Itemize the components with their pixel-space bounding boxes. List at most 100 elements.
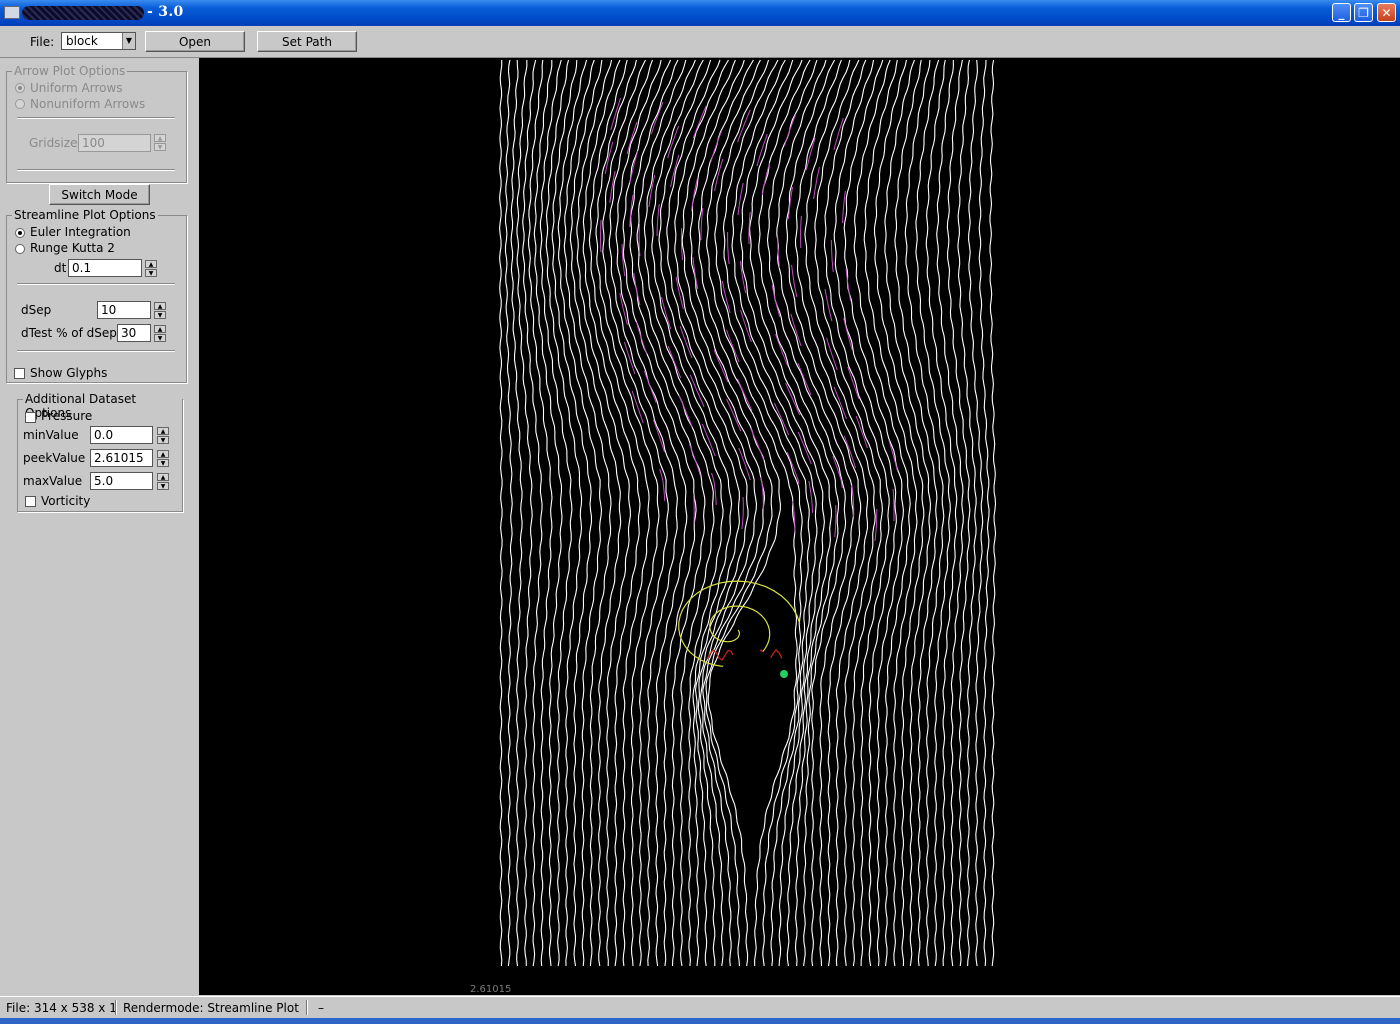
min-value-label: minValue bbox=[23, 428, 79, 442]
streamline bbox=[775, 333, 789, 367]
peek-value-readout: 2.61015 bbox=[470, 984, 512, 995]
gridsize-stepper[interactable]: ▲ ▼ bbox=[154, 134, 166, 152]
close-button[interactable]: ✕ bbox=[1377, 3, 1396, 22]
streamline bbox=[946, 59, 971, 967]
euler-integration-label: Euler Integration bbox=[30, 225, 131, 239]
streamline bbox=[915, 59, 951, 967]
gridsize-label: Gridsize bbox=[29, 136, 78, 150]
vorticity-checkbox[interactable] bbox=[25, 496, 36, 507]
streamline bbox=[516, 59, 533, 967]
streamline bbox=[533, 60, 563, 967]
restore-button[interactable]: ❐ bbox=[1354, 3, 1373, 22]
status-divider bbox=[115, 1000, 117, 1015]
streamline bbox=[713, 349, 729, 383]
uniform-arrows-radio[interactable] bbox=[15, 83, 25, 93]
streamline bbox=[771, 284, 781, 318]
streamline bbox=[968, 59, 984, 967]
peek-value-label: peekValue bbox=[23, 451, 86, 465]
streamline bbox=[758, 59, 840, 967]
window-title: - 3.0 bbox=[147, 4, 184, 20]
dsep-input[interactable]: 10 bbox=[97, 301, 151, 319]
streamline bbox=[814, 59, 883, 967]
divider bbox=[17, 350, 175, 352]
streamline bbox=[666, 59, 749, 966]
max-value-input[interactable]: 5.0 bbox=[90, 472, 153, 490]
gridsize-input[interactable]: 100 bbox=[78, 134, 151, 152]
streamline bbox=[800, 215, 802, 249]
streamline bbox=[706, 59, 798, 967]
additional-dataset-options: Additional Dataset Options Pressure minV… bbox=[17, 392, 183, 512]
dt-input[interactable]: 0.1 bbox=[68, 259, 142, 277]
streamline bbox=[692, 105, 707, 139]
arrow-plot-options: Arrow Plot Options Uniform Arrows Nonuni… bbox=[6, 64, 187, 183]
streamline bbox=[740, 309, 752, 343]
dtest-stepper[interactable]: ▲ ▼ bbox=[154, 325, 166, 343]
taskbar-edge bbox=[0, 1018, 1400, 1024]
streamline-plot[interactable] bbox=[199, 58, 1400, 995]
streamline bbox=[843, 317, 853, 351]
status-divider bbox=[306, 1000, 308, 1015]
show-glyphs-checkbox[interactable] bbox=[14, 368, 25, 379]
chevron-down-icon[interactable]: ▼ bbox=[122, 33, 135, 49]
streamline bbox=[892, 488, 895, 522]
min-value-stepper[interactable]: ▲ ▼ bbox=[157, 427, 169, 445]
streamline bbox=[633, 272, 641, 306]
streamline bbox=[823, 59, 890, 967]
streamline bbox=[760, 476, 764, 510]
streamline bbox=[629, 150, 639, 184]
streamline bbox=[813, 166, 820, 200]
dsep-label: dSep bbox=[21, 303, 52, 317]
nonuniform-arrows-label: Nonuniform Arrows bbox=[30, 97, 146, 111]
file-select[interactable]: block ▼ bbox=[61, 32, 136, 50]
streamline bbox=[692, 492, 695, 526]
runge-kutta-label: Runge Kutta 2 bbox=[30, 241, 115, 255]
switch-mode-button[interactable]: Switch Mode bbox=[49, 184, 150, 205]
streamline bbox=[855, 415, 868, 449]
file-label: File: bbox=[30, 35, 55, 49]
streamline bbox=[790, 313, 802, 347]
peek-value-stepper[interactable]: ▲ ▼ bbox=[157, 450, 169, 468]
file-select-value: block bbox=[66, 34, 98, 48]
status-extra: – bbox=[318, 1001, 324, 1015]
streamline bbox=[833, 386, 847, 420]
pressure-checkbox[interactable] bbox=[25, 412, 36, 423]
dtest-input[interactable]: 30 bbox=[117, 324, 151, 342]
dtest-label: dTest % of dSep bbox=[21, 326, 117, 340]
streamline bbox=[957, 59, 977, 967]
render-canvas[interactable]: 2.61015 bbox=[199, 58, 1400, 995]
status-bar: File: 314 x 538 x 1 Rendermode: Streamli… bbox=[0, 996, 1400, 1019]
min-value-input[interactable]: 0.0 bbox=[90, 426, 153, 444]
streamline bbox=[510, 59, 523, 967]
runge-kutta-radio[interactable] bbox=[15, 244, 25, 254]
streamline bbox=[726, 329, 740, 363]
dt-label: dt bbox=[54, 261, 67, 275]
peek-value-input[interactable]: 2.61015 bbox=[90, 449, 153, 467]
streamline bbox=[834, 504, 837, 538]
vorticity-label: Vorticity bbox=[41, 494, 91, 508]
nonuniform-arrows-radio[interactable] bbox=[15, 99, 25, 109]
divider bbox=[17, 117, 175, 119]
pressure-label: Pressure bbox=[41, 409, 93, 423]
minimize-button[interactable]: _ bbox=[1332, 3, 1351, 22]
options-sidebar: Arrow Plot Options Uniform Arrows Nonuni… bbox=[0, 58, 198, 995]
streamline bbox=[638, 223, 641, 257]
streamline bbox=[845, 268, 852, 302]
divider bbox=[17, 283, 175, 285]
streamline bbox=[786, 451, 800, 485]
streamline bbox=[978, 59, 990, 967]
dt-stepper[interactable]: ▲ ▼ bbox=[145, 260, 157, 278]
status-rendermode: Rendermode: Streamline Plot bbox=[123, 1001, 299, 1015]
streamline bbox=[749, 59, 832, 967]
streamline bbox=[925, 59, 958, 967]
euler-integration-radio[interactable] bbox=[15, 228, 25, 238]
streamline bbox=[761, 162, 771, 196]
set-path-button[interactable]: Set Path bbox=[257, 31, 357, 52]
open-button[interactable]: Open bbox=[145, 31, 245, 52]
streamline bbox=[989, 59, 997, 967]
streamline bbox=[737, 378, 753, 412]
dsep-stepper[interactable]: ▲ ▼ bbox=[154, 302, 166, 320]
streamline bbox=[689, 443, 701, 477]
streamline bbox=[727, 232, 730, 265]
streamline bbox=[629, 194, 634, 228]
max-value-stepper[interactable]: ▲ ▼ bbox=[157, 473, 169, 491]
